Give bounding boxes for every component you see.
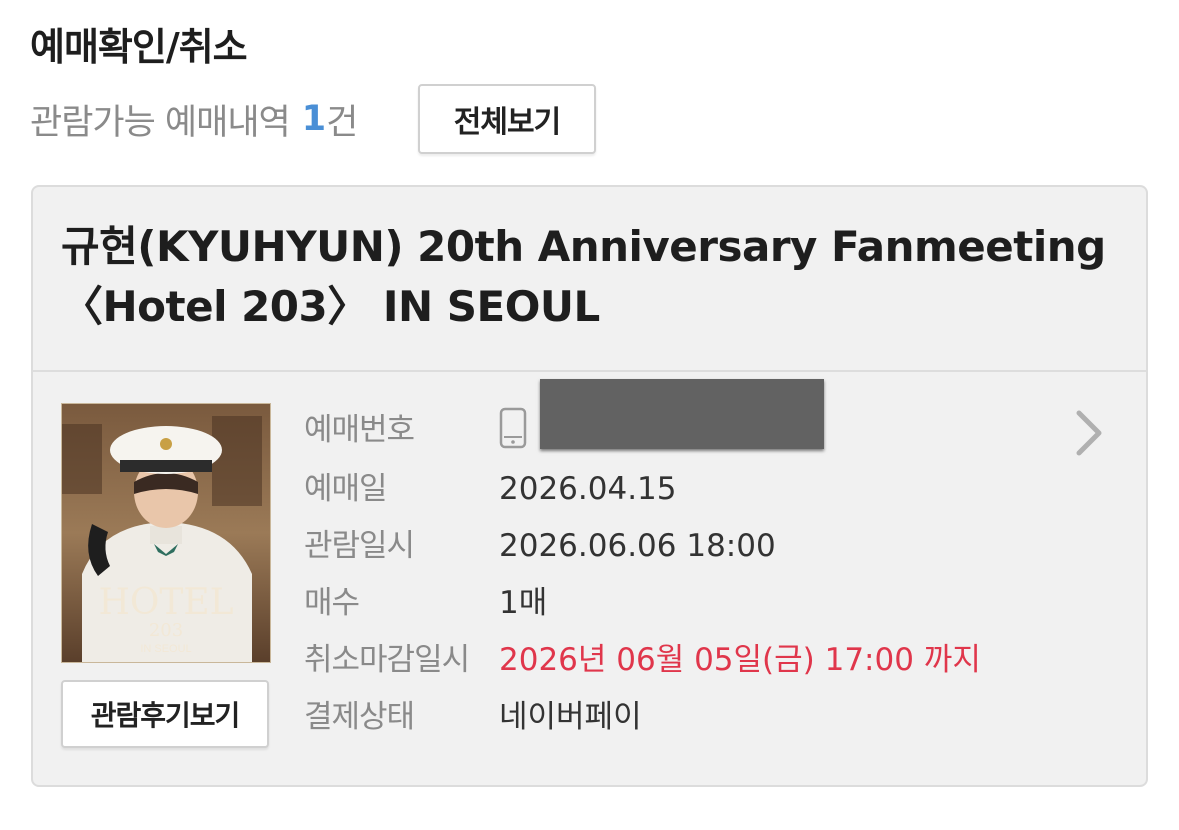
info-row-payment-status: 결제상태 네이버페이: [33, 692, 1033, 742]
summary-count: 1: [301, 99, 327, 139]
event-title[interactable]: 규현(KYUHYUN) 20th Anniversary Fanmeeting …: [61, 217, 1121, 337]
info-row-booking-date: 예매일 2026.04.15: [33, 464, 1033, 514]
info-value: 네이버페이: [499, 699, 642, 735]
page-title: 예매확인/취소: [30, 25, 248, 69]
mobile-phone-icon: [499, 407, 527, 453]
info-label: 매수: [304, 585, 360, 621]
info-row-booking-number: 예매번호: [33, 405, 1033, 455]
redacted-booking-number: [540, 379, 824, 449]
summary-text: 관람가능 예매내역: [30, 102, 291, 143]
info-label: 결제상태: [304, 699, 415, 735]
info-label: 취소마감일시: [304, 642, 470, 678]
divider: [33, 370, 1146, 372]
summary-unit: 건: [326, 102, 359, 143]
info-value: 2026.06.06 18:00: [499, 528, 776, 564]
info-value: 2026년 06월 05일(금) 17:00 까지: [499, 642, 981, 678]
info-label: 관람일시: [304, 528, 415, 564]
info-row-show-datetime: 관람일시 2026.06.06 18:00: [33, 521, 1033, 571]
booking-summary: 관람가능 예매내역 1 건: [30, 84, 358, 154]
info-row-cancel-deadline: 취소마감일시 2026년 06월 05일(금) 17:00 까지: [33, 635, 1033, 685]
chevron-right-icon[interactable]: [1071, 407, 1107, 463]
info-label: 예매번호: [304, 412, 415, 448]
view-all-button[interactable]: 전체보기: [418, 84, 596, 154]
info-value: 1매: [499, 585, 548, 621]
booking-card[interactable]: 규현(KYUHYUN) 20th Anniversary Fanmeeting …: [31, 185, 1148, 787]
info-label: 예매일: [304, 471, 388, 507]
info-row-ticket-count: 매수 1매: [33, 578, 1033, 628]
info-value: 2026.04.15: [499, 471, 677, 507]
